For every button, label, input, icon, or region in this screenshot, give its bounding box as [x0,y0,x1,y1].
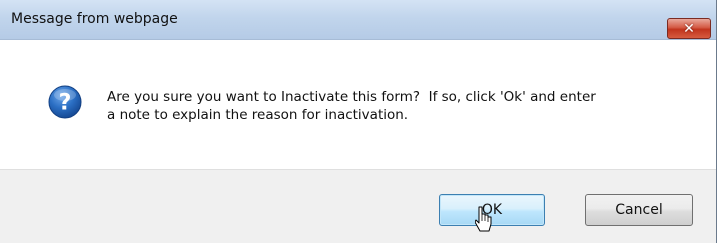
hand-pointer-cursor-icon [475,206,492,232]
message-line-2: a note to explain the reason for inactiv… [107,107,409,123]
cancel-button-label: Cancel [615,202,663,218]
message-line-1: Are you sure you want to Inactivate this… [107,89,596,105]
svg-text:?: ? [59,91,72,116]
close-icon: ✕ [683,20,695,37]
dialog-content: ? Are you sure you want to Inactivate th… [0,40,716,169]
message-text: Are you sure you want to Inactivate this… [107,88,687,124]
close-button[interactable]: ✕ [667,18,711,39]
window-title: Message from webpage [11,11,178,27]
cancel-button[interactable]: Cancel [585,194,693,226]
question-icon: ? [48,85,82,119]
message-dialog: Message from webpage ✕ ? Are you sure yo… [0,0,717,243]
title-bar: Message from webpage ✕ [0,0,716,40]
